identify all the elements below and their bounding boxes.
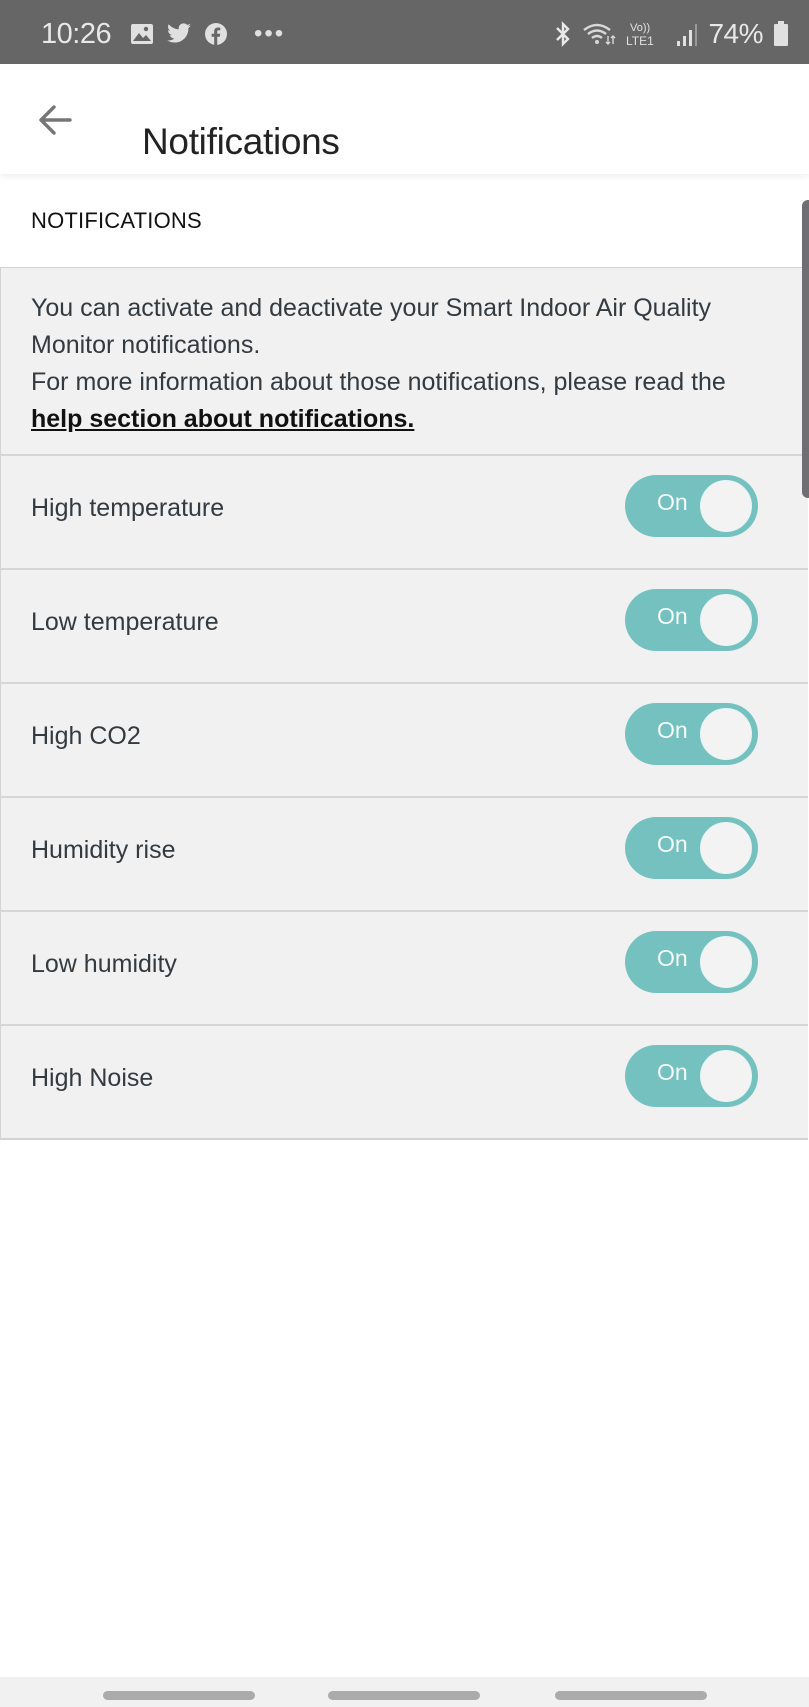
- section-header: NOTIFICATIONS: [0, 174, 809, 267]
- setting-row-low-humidity: Low humidity On: [1, 912, 808, 1026]
- toggle-state-label: On: [657, 717, 688, 743]
- toggle-humidity-rise[interactable]: On: [625, 817, 758, 879]
- setting-label: High Noise: [31, 1064, 154, 1092]
- nav-home-button[interactable]: [328, 1691, 480, 1700]
- toggle-knob: [700, 480, 752, 532]
- notification-settings-list: You can activate and deactivate your Sma…: [0, 267, 808, 1140]
- help-section-link[interactable]: help section about notifications.: [31, 405, 414, 433]
- setting-row-high-co2: High CO2 On: [1, 684, 808, 798]
- more-dots-icon: •••: [254, 20, 286, 47]
- twitter-icon: [167, 23, 191, 43]
- arrow-left-icon: [39, 105, 72, 135]
- toggle-low-humidity[interactable]: On: [625, 931, 758, 993]
- setting-row-low-temperature: Low temperature On: [1, 570, 808, 684]
- facebook-icon: [205, 23, 227, 45]
- nav-recents-button[interactable]: [103, 1691, 255, 1700]
- toggle-state-label: On: [657, 603, 688, 629]
- svg-text:Vo)): Vo)): [630, 22, 650, 34]
- app-bar: Notifications: [0, 64, 809, 174]
- toggle-state-label: On: [657, 945, 688, 971]
- volte-lte-icon: Vo))LTE1: [626, 22, 654, 48]
- toggle-state-label: On: [657, 1059, 688, 1085]
- scrollbar[interactable]: [802, 200, 809, 498]
- setting-label: High CO2: [31, 722, 141, 750]
- wifi-icon: [583, 23, 616, 45]
- info-line-2: For more information about those notific…: [31, 368, 726, 396]
- page-title: Notifications: [142, 120, 340, 162]
- info-text-block: You can activate and deactivate your Sma…: [1, 268, 808, 456]
- setting-row-high-noise: High Noise On: [1, 1026, 808, 1139]
- toggle-high-co2[interactable]: On: [625, 703, 758, 765]
- back-button[interactable]: [36, 100, 76, 140]
- info-line-1: You can activate and deactivate your Sma…: [31, 294, 712, 359]
- system-status-icons: Vo)) LTE1 74%: [554, 18, 789, 50]
- svg-text:LTE1: LTE1: [626, 34, 654, 48]
- toggle-low-temperature[interactable]: On: [625, 589, 758, 651]
- toggle-state-label: On: [657, 831, 688, 857]
- system-navigation-bar: [0, 1677, 809, 1707]
- toggle-knob: [700, 936, 752, 988]
- bluetooth-icon: [556, 21, 571, 47]
- notification-icons: •••: [130, 22, 285, 46]
- toggle-knob: [700, 594, 752, 646]
- signal-icon: [677, 24, 698, 46]
- toggle-knob: [700, 822, 752, 874]
- setting-row-humidity-rise: Humidity rise On: [1, 798, 808, 912]
- battery-icon: [774, 21, 788, 46]
- battery-percent: 74%: [708, 18, 763, 49]
- setting-label: High temperature: [31, 494, 225, 522]
- setting-label: Low temperature: [31, 608, 219, 636]
- toggle-knob: [700, 1050, 752, 1102]
- toggle-knob: [700, 708, 752, 760]
- toggle-high-noise[interactable]: On: [625, 1045, 758, 1107]
- image-icon: [131, 24, 153, 44]
- toggle-state-label: On: [657, 489, 688, 515]
- setting-row-high-temperature: High temperature On: [1, 456, 808, 570]
- toggle-high-temperature[interactable]: On: [625, 475, 758, 537]
- status-bar: 10:26 ••• Vo)) LTE1 74%: [0, 0, 809, 64]
- setting-label: Humidity rise: [31, 836, 176, 864]
- nav-back-button[interactable]: [555, 1691, 707, 1700]
- setting-label: Low humidity: [31, 950, 177, 978]
- section-heading: NOTIFICATIONS: [31, 208, 202, 233]
- status-time: 10:26: [41, 18, 112, 50]
